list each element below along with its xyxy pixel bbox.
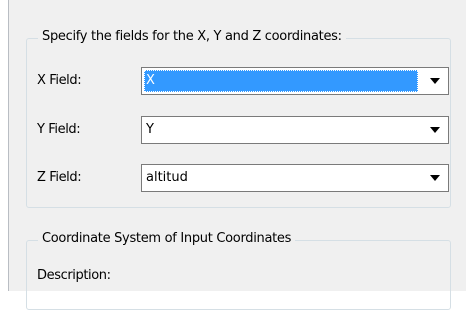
coordinate-system-group-title: Coordinate System of Input Coordinates bbox=[38, 231, 296, 246]
y-field-dropdown[interactable]: Y bbox=[141, 116, 449, 144]
x-field-label: X Field: bbox=[37, 73, 82, 88]
dialog-panel: Specify the fields for the X, Y and Z co… bbox=[8, 0, 466, 310]
chevron-down-icon[interactable] bbox=[422, 117, 448, 143]
chevron-down-icon[interactable] bbox=[422, 165, 448, 191]
x-field-value: X bbox=[144, 70, 418, 92]
z-field-label: Z Field: bbox=[37, 170, 82, 185]
z-field-value: altitud bbox=[146, 170, 188, 185]
y-field-label: Y Field: bbox=[37, 122, 81, 137]
z-field-dropdown[interactable]: altitud bbox=[141, 164, 449, 192]
description-label: Description: bbox=[37, 268, 111, 283]
y-field-value: Y bbox=[146, 122, 154, 137]
chevron-down-icon[interactable] bbox=[422, 68, 448, 94]
coordinates-group-title: Specify the fields for the X, Y and Z co… bbox=[38, 29, 346, 44]
x-field-dropdown[interactable]: X bbox=[141, 67, 449, 95]
